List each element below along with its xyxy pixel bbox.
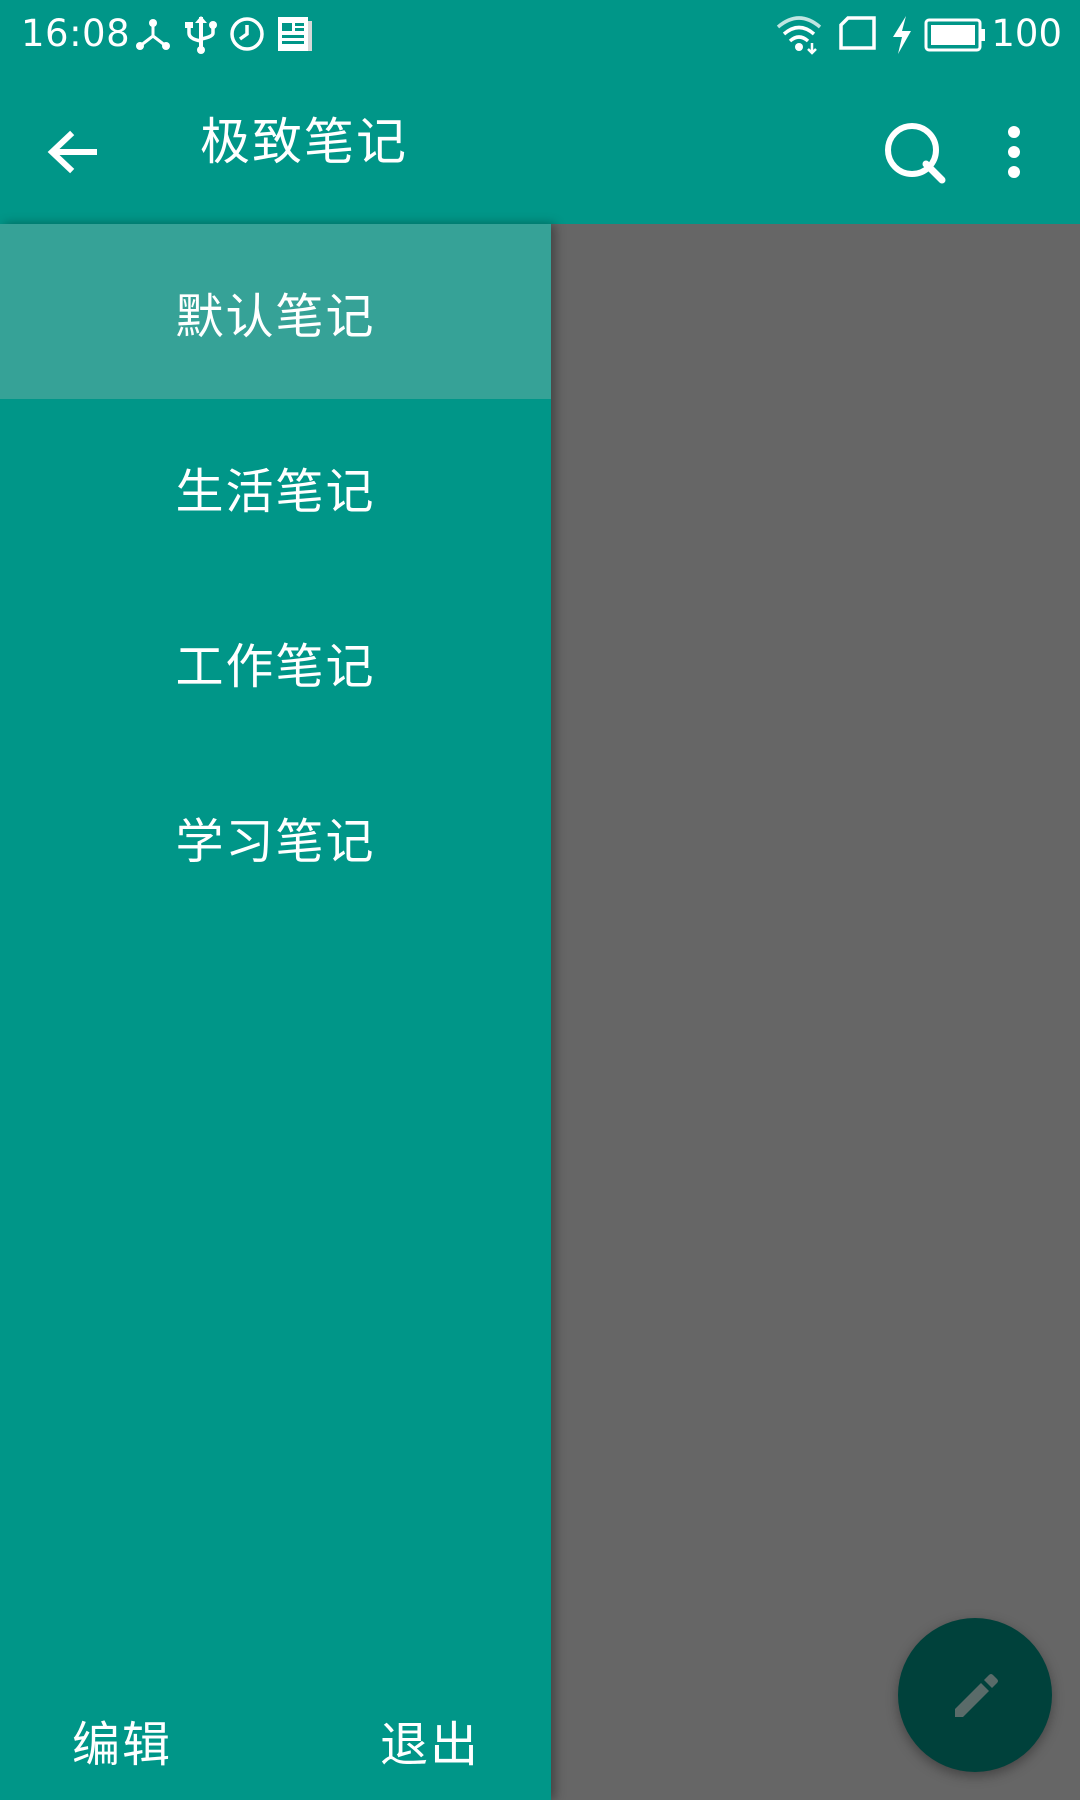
- search-icon: [885, 123, 946, 184]
- drawer-item-label: 学习笔记: [175, 813, 376, 870]
- content-scrim[interactable]: [551, 224, 1080, 1800]
- drawer-item-work-notes[interactable]: 工作笔记: [0, 574, 551, 749]
- sim-card-icon: [839, 16, 876, 50]
- search-button[interactable]: [874, 112, 954, 192]
- status-time: 16:08: [21, 12, 131, 55]
- wifi-icon: [776, 16, 822, 55]
- drawer-item-label: 生活笔记: [175, 463, 376, 520]
- app-screen: 16:08 100 极致笔记 默认笔记 生活笔记 工作笔记 学习笔记 编辑 退出: [0, 0, 1080, 1800]
- charging-icon: [893, 16, 911, 54]
- app-title: 极致笔记: [200, 113, 408, 171]
- exit-button-label: 退出: [380, 1717, 481, 1773]
- drawer-item-label: 工作笔记: [175, 638, 376, 695]
- drawer-item-study-notes[interactable]: 学习笔记: [0, 749, 551, 924]
- battery-percent: 100: [991, 12, 1062, 55]
- arrow-back-icon: [47, 130, 97, 174]
- drawer-item-label: 默认笔记: [175, 288, 376, 345]
- more-vert-icon: [1008, 126, 1020, 178]
- new-note-fab[interactable]: [898, 1618, 1052, 1772]
- notification-news-icon: [278, 17, 312, 51]
- status-bar: 16:08 100: [0, 0, 1080, 68]
- usb-tether-icon: [136, 19, 170, 50]
- app-bar: 极致笔记: [0, 68, 1080, 224]
- usb-icon: [185, 16, 217, 54]
- exit-button[interactable]: 退出: [380, 1680, 480, 1800]
- edit-button-label: 编辑: [72, 1717, 173, 1773]
- drawer-item-default-notes[interactable]: 默认笔记: [0, 224, 551, 399]
- drawer-item-life-notes[interactable]: 生活笔记: [0, 399, 551, 574]
- pencil-icon: [955, 1674, 998, 1717]
- edit-button[interactable]: 编辑: [72, 1680, 172, 1800]
- more-options-button[interactable]: [990, 112, 1038, 192]
- back-button[interactable]: [36, 112, 116, 192]
- battery-icon: [924, 18, 985, 52]
- alarm-icon: [230, 17, 264, 51]
- navigation-drawer: 默认笔记 生活笔记 工作笔记 学习笔记 编辑 退出: [0, 224, 551, 1800]
